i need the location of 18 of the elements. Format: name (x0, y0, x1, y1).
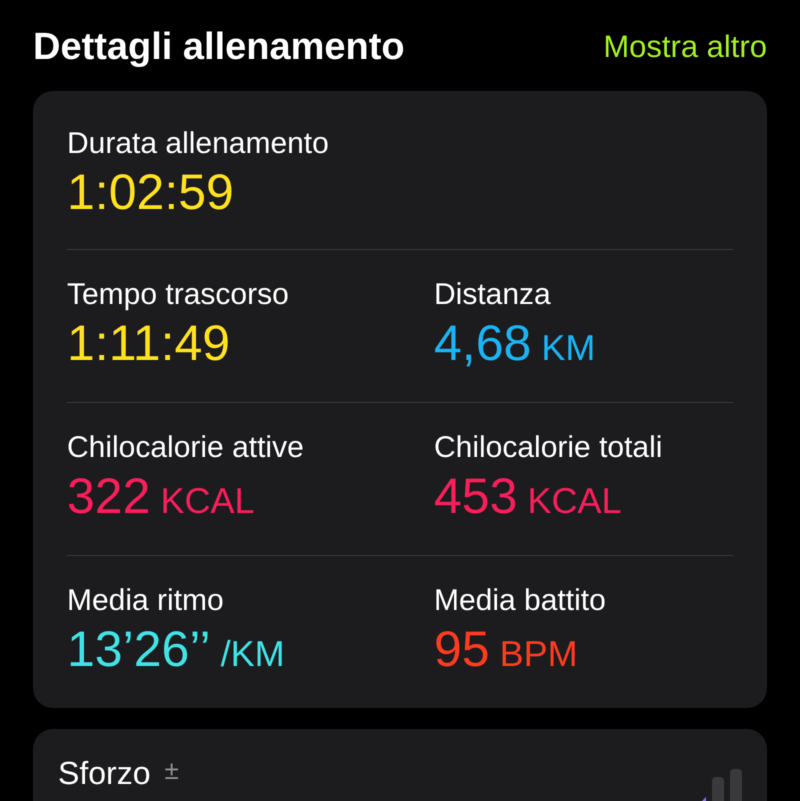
metric-label: Distanza (434, 276, 552, 312)
effort-title: Sforzo (58, 755, 150, 791)
metric-value: 13’26’’ /KM (67, 620, 286, 678)
metric-label: Tempo trascorso (67, 276, 290, 312)
metric-value: 4,68 KM (434, 314, 596, 372)
metric-value: 1:02:59 (67, 163, 235, 221)
metric-value: 453 KCAL (434, 466, 622, 526)
metric-label: Durata allenamento (67, 126, 330, 162)
metric-value: 322 KCAL (67, 466, 256, 526)
metric-label: Media battito (434, 582, 607, 618)
show-more-link[interactable]: Mostra altro (603, 29, 767, 65)
section-title: Dettagli allenamento (33, 26, 405, 68)
metric-label: Chilocalorie attive (67, 430, 305, 466)
metric-label: Chilocalorie totali (434, 430, 664, 466)
effort-symbol: ± (164, 755, 179, 785)
metric-label: Media ritmo (67, 582, 225, 618)
metric-value: 95 BPM (434, 620, 579, 678)
metric-value: 1:11:49 (67, 314, 232, 372)
